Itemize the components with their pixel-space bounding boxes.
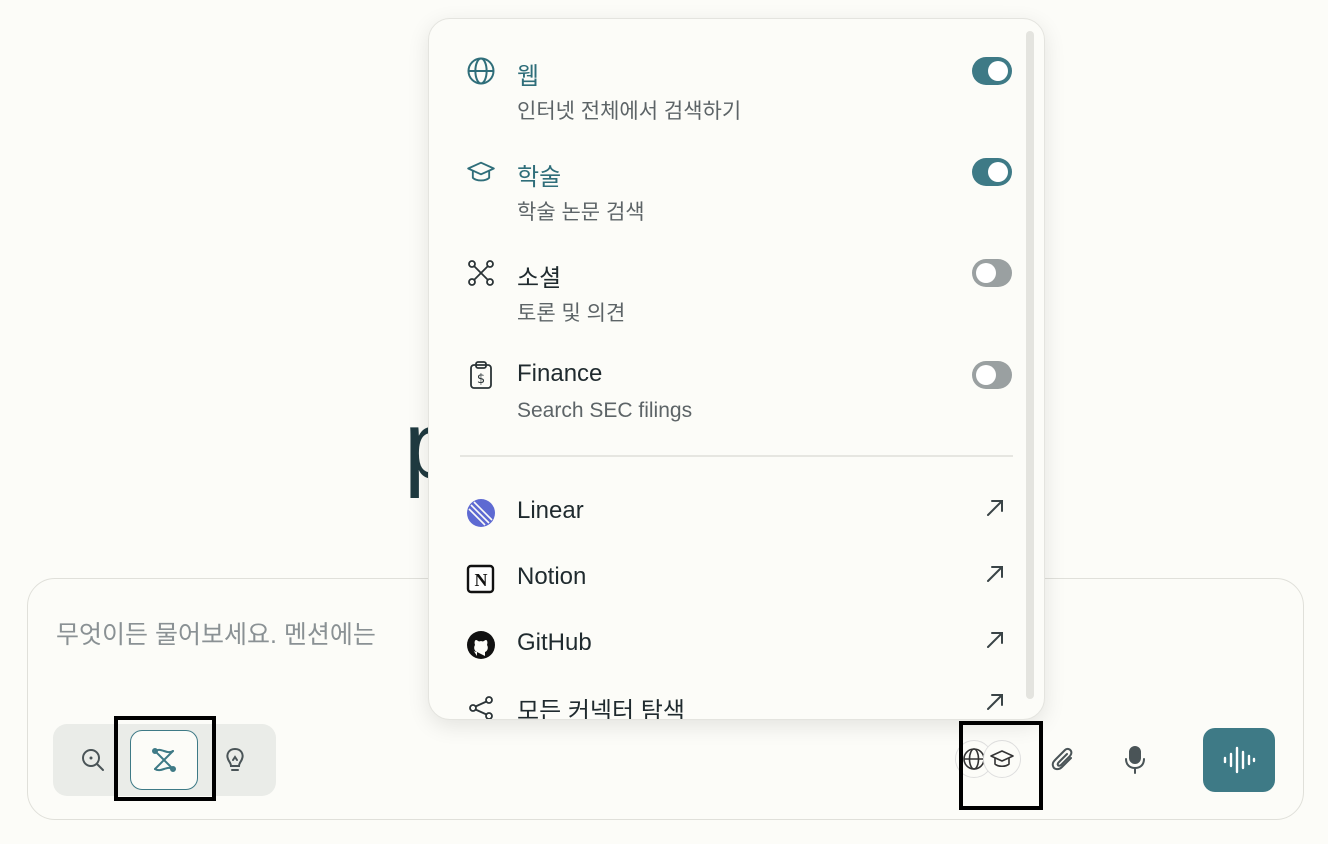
mode-selector — [53, 724, 276, 796]
connector-label: Linear — [517, 497, 584, 524]
notion-logo-icon: N — [465, 563, 497, 595]
source-item-academic[interactable]: 학술 학술 논문 검색 — [429, 152, 1019, 242]
external-arrow-icon — [987, 500, 1003, 516]
source-toggle-finance[interactable] — [972, 361, 1012, 389]
source-title: Finance — [517, 360, 603, 387]
query-input-placeholder[interactable]: 무엇이든 물어보세요. 멘션에는 — [56, 615, 376, 651]
connector-item-notion[interactable]: N Notion — [429, 557, 1019, 607]
source-description: 학술 논문 검색 — [517, 201, 645, 224]
source-description: 토론 및 의견 — [517, 302, 626, 325]
paperclip-icon — [1051, 747, 1073, 771]
mode-research-button[interactable] — [130, 730, 198, 790]
source-item-web[interactable]: 웹 인터넷 전체에서 검색하기 — [429, 51, 1019, 141]
dropdown-scrollbar[interactable] — [1026, 31, 1034, 699]
toggle-knob — [988, 61, 1008, 81]
source-title: 학술 — [517, 164, 562, 191]
mode-search-button[interactable] — [59, 730, 127, 790]
graduation-cap-icon — [465, 156, 497, 188]
source-item-social[interactable]: 소셜 토론 및 의견 — [429, 253, 1019, 343]
voice-mode-button[interactable] — [1203, 728, 1275, 792]
lightbulb-icon — [226, 747, 244, 771]
attach-button[interactable] — [1039, 736, 1087, 784]
source-toggle-web[interactable] — [972, 57, 1012, 85]
mode-labs-button[interactable] — [201, 730, 269, 790]
finance-clipboard-icon: $ — [465, 359, 497, 391]
graduation-cap-icon — [990, 750, 1014, 768]
globe-icon — [465, 55, 497, 87]
microphone-icon — [1125, 746, 1145, 774]
source-item-finance[interactable]: $ Finance Search SEC filings — [429, 355, 1019, 445]
toggle-knob — [988, 162, 1008, 182]
dropdown-divider — [460, 455, 1013, 457]
connector-item-linear[interactable]: Linear — [429, 491, 1019, 541]
toggle-knob — [976, 365, 996, 385]
connector-label: Notion — [517, 563, 587, 590]
share-nodes-icon — [465, 691, 497, 719]
connector-item-browse-all[interactable]: 모든 커넥터 탐색 — [429, 685, 1019, 720]
source-title: 웹 — [517, 63, 540, 90]
source-toggle-social[interactable] — [972, 259, 1012, 287]
social-network-icon — [465, 257, 497, 289]
source-title: 소셜 — [517, 265, 562, 292]
external-arrow-icon — [987, 632, 1003, 648]
svg-text:$: $ — [477, 372, 485, 387]
source-description: Search SEC filings — [517, 399, 693, 422]
microphone-button[interactable] — [1111, 736, 1159, 784]
composer-toolbar — [945, 724, 1275, 796]
external-arrow-icon — [987, 694, 1003, 710]
voice-waveform-icon — [1223, 746, 1256, 774]
magnifier-icon — [82, 749, 104, 771]
toggle-knob — [976, 263, 996, 283]
connector-item-github[interactable]: GitHub — [429, 623, 1019, 673]
connector-label: 모든 커넥터 탐색 — [517, 698, 685, 720]
sources-chip-academic[interactable] — [983, 740, 1021, 778]
github-logo-icon — [465, 629, 497, 661]
svg-text:N: N — [475, 570, 488, 590]
connector-label: GitHub — [517, 629, 592, 656]
sources-dropdown: 웹 인터넷 전체에서 검색하기 학술 학술 논문 검색 소셜 토론 및 의견 $… — [428, 18, 1045, 720]
research-icon — [152, 748, 176, 772]
source-description: 인터넷 전체에서 검색하기 — [517, 100, 742, 123]
linear-logo-icon — [465, 497, 497, 529]
external-arrow-icon — [987, 566, 1003, 582]
source-toggle-academic[interactable] — [972, 158, 1012, 186]
